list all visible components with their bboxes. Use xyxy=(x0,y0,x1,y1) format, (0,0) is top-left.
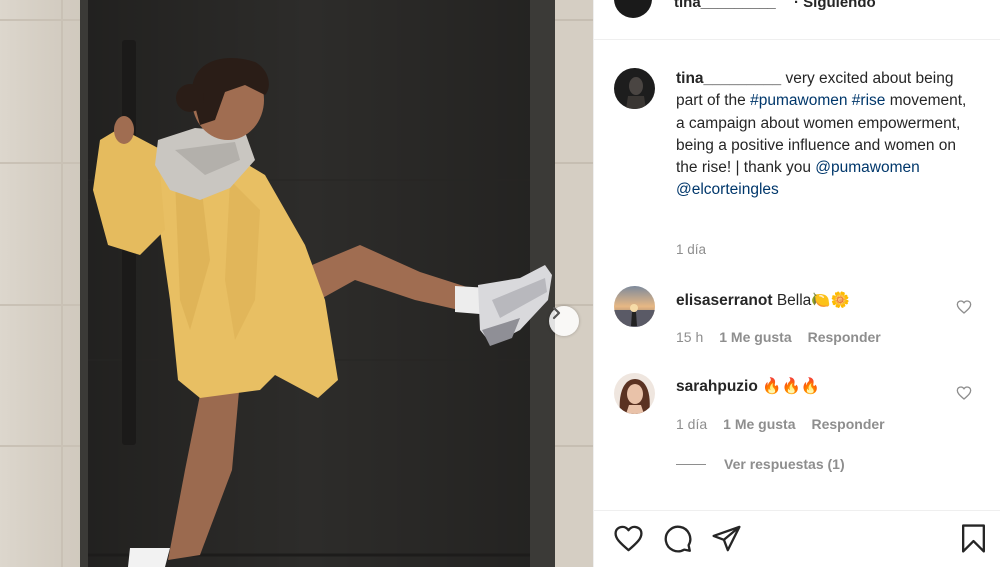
replies-divider xyxy=(676,463,706,465)
post-header: tina_________ · Siguiendo xyxy=(594,0,1000,40)
post-photo[interactable] xyxy=(0,0,593,567)
follow-status[interactable]: · Siguiendo xyxy=(794,0,876,11)
post-caption: tina_________ very excited about being p… xyxy=(676,68,976,202)
view-replies-label: Ver respuestas (1) xyxy=(724,456,845,472)
hashtag-rise[interactable]: #rise xyxy=(852,92,886,109)
comment-2-meta: 1 día 1 Me gusta Responder xyxy=(676,416,885,432)
next-photo-button[interactable] xyxy=(549,306,579,336)
bookmark-icon[interactable] xyxy=(958,523,989,554)
comment-1-reply-button[interactable]: Responder xyxy=(808,329,881,345)
mention-pumawomen[interactable]: @pumawomen xyxy=(815,159,919,176)
comment-1-heart-icon[interactable] xyxy=(956,299,972,315)
author-username[interactable]: tina_________ xyxy=(674,0,776,11)
comment-2-likes[interactable]: 1 Me gusta xyxy=(723,416,795,432)
comment-2-text: 🔥🔥🔥 xyxy=(762,378,821,395)
comment-2-username[interactable]: sarahpuzio xyxy=(676,378,758,395)
caption-avatar[interactable] xyxy=(614,68,655,109)
post-action-bar xyxy=(594,510,1000,567)
comment-2-reply-button[interactable]: Responder xyxy=(812,416,885,432)
post-side-panel: tina_________ · Siguiendo tina_________ … xyxy=(593,0,1000,567)
author-avatar[interactable] xyxy=(614,0,652,18)
mention-elcorteingles[interactable]: @elcorteingles xyxy=(676,181,779,198)
comment-2: sarahpuzio 🔥🔥🔥 xyxy=(676,377,820,396)
commenter-avatar[interactable] xyxy=(614,286,655,327)
comment-2-time[interactable]: 1 día xyxy=(676,416,707,432)
share-icon[interactable] xyxy=(711,523,742,554)
caption-time[interactable]: 1 día xyxy=(676,242,706,257)
comment-1: elisaserranot Bella🍋🌼 xyxy=(676,291,850,310)
comment-icon[interactable] xyxy=(662,523,693,554)
comment-1-meta: 15 h 1 Me gusta Responder xyxy=(676,329,881,345)
comment-1-username[interactable]: elisaserranot xyxy=(676,292,773,309)
hashtag-pumawomen[interactable]: #pumawomen xyxy=(750,92,847,109)
caption-username[interactable]: tina_________ xyxy=(676,70,781,87)
comment-1-text: Bella🍋🌼 xyxy=(776,292,850,309)
comment-1-time[interactable]: 15 h xyxy=(676,329,703,345)
view-replies-button[interactable]: Ver respuestas (1) xyxy=(676,456,845,472)
chevron-right-icon xyxy=(552,306,561,320)
comment-1-likes[interactable]: 1 Me gusta xyxy=(719,329,791,345)
heart-icon[interactable] xyxy=(613,523,644,554)
commenter-avatar[interactable] xyxy=(614,373,655,414)
comment-2-heart-icon[interactable] xyxy=(956,385,972,401)
post-photo-image xyxy=(0,0,593,567)
